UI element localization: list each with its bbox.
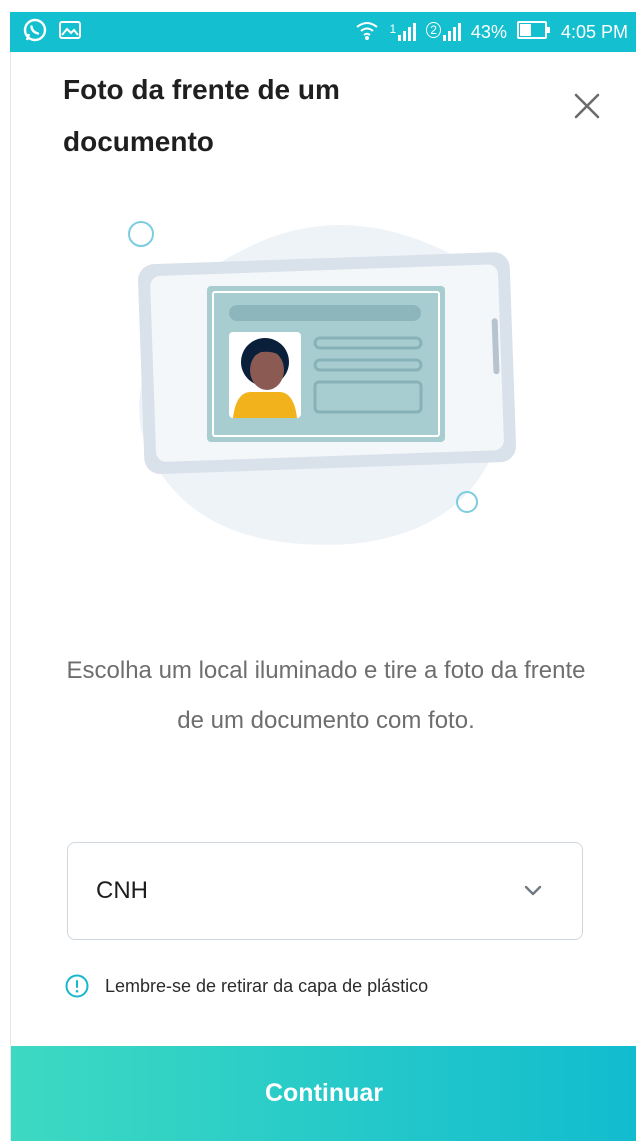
document-type-select[interactable]: CNH xyxy=(67,842,583,940)
instruction-text: Escolha um local iluminado e tire a foto… xyxy=(66,657,586,734)
whatsapp-icon xyxy=(22,17,48,48)
continue-button-label: Continuar xyxy=(264,1079,384,1107)
battery-percent: 43% xyxy=(470,21,507,42)
document-illustration xyxy=(128,221,517,545)
sim2-signal-icon: 2 xyxy=(426,22,461,42)
status-bar: 1 2 43% 4:05 PM xyxy=(10,12,636,52)
battery-icon xyxy=(516,20,551,45)
close-icon xyxy=(574,93,600,119)
clock: 4:05 PM xyxy=(560,21,628,42)
sim2-label: 2 xyxy=(426,22,441,38)
gallery-icon xyxy=(58,19,82,46)
document-photo-screen: Foto da frente de um documento Escolha u… xyxy=(10,52,636,1141)
tip-text: Lembre-se de retirar da capa de plástico xyxy=(105,975,429,996)
sim1-label: 1 xyxy=(389,22,397,36)
page-title: Foto da frente de um documento xyxy=(63,74,340,157)
sim1-signal-icon: 1 xyxy=(390,22,417,42)
close-button[interactable] xyxy=(567,86,607,126)
info-icon xyxy=(65,974,89,998)
wifi-icon xyxy=(354,18,380,47)
document-type-value: CNH xyxy=(96,877,148,904)
plastic-cover-tip: Lembre-se de retirar da capa de plástico xyxy=(65,974,428,998)
chevron-down-icon xyxy=(524,885,542,896)
continue-button[interactable]: Continuar xyxy=(11,1046,636,1141)
